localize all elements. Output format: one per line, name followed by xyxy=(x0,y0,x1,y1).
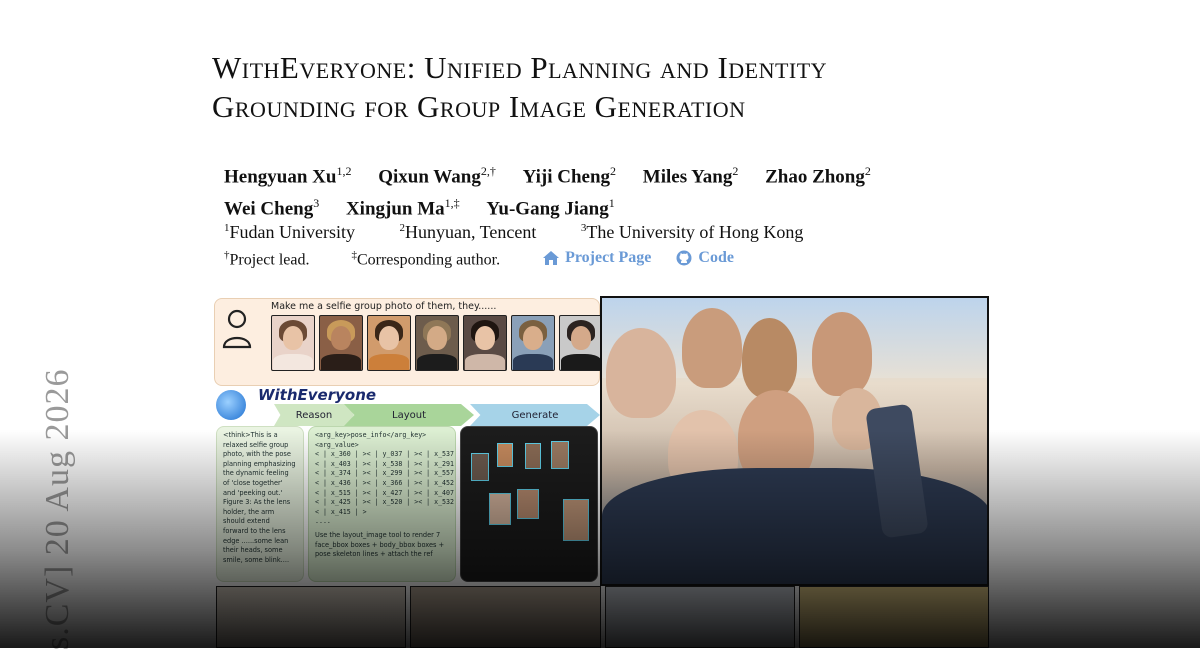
paper-page: s.CV] 20 Aug 2026 WithEveryone: Unified … xyxy=(0,0,1200,650)
reference-face xyxy=(559,315,603,371)
affiliation: 2Hunyuan, Tencent xyxy=(399,222,537,242)
layout-face-box xyxy=(517,489,539,519)
layout-face-box xyxy=(489,493,511,525)
affiliations: 1Fudan University 2Hunyuan, Tencent 3The… xyxy=(224,216,984,244)
github-icon xyxy=(676,250,692,266)
layout-face-box xyxy=(525,443,541,469)
example-thumbnail xyxy=(798,586,989,648)
reference-face xyxy=(511,315,555,371)
corresponding-author-note: ‡Corresponding author. xyxy=(351,249,501,269)
paper-title: WithEveryone: Unified Planning and Ident… xyxy=(212,48,1012,126)
teaser-figure: Make me a selfie group photo of them, th… xyxy=(212,296,989,648)
reference-face xyxy=(367,315,411,371)
person-figure xyxy=(606,328,676,418)
example-thumbnails xyxy=(216,586,989,648)
reference-face xyxy=(463,315,507,371)
author: Yiji Cheng2 xyxy=(522,164,617,188)
author: Hengyuan Xu1,2 xyxy=(224,164,352,188)
example-thumbnail xyxy=(410,586,601,648)
example-thumbnail xyxy=(216,586,407,648)
author: Zhao Zhong2 xyxy=(765,164,871,188)
prompt-text: Make me a selfie group photo of them, th… xyxy=(271,301,497,312)
affiliation: 3The University of Hong Kong xyxy=(580,222,804,242)
person-figure xyxy=(812,312,872,396)
pipeline-panel: Make me a selfie group photo of them, th… xyxy=(212,296,603,586)
home-icon xyxy=(543,250,560,265)
user-icon xyxy=(222,309,252,349)
person-figure xyxy=(602,468,987,584)
author: Qixun Wang2,† xyxy=(378,164,496,188)
layout-face-box xyxy=(551,441,569,469)
code-link[interactable]: Code xyxy=(675,247,734,269)
brand-name: WithEveryone xyxy=(258,386,377,404)
reference-face xyxy=(319,315,363,371)
reference-face xyxy=(271,315,315,371)
witheveryone-logo-icon xyxy=(216,390,246,420)
stage-reason: Reason xyxy=(274,404,354,426)
stage-layout: Layout xyxy=(344,404,474,426)
layout-face-box xyxy=(563,499,589,541)
person-figure xyxy=(682,308,742,388)
pipeline-stages: WithEveryone Reason Layout Generate xyxy=(214,386,600,426)
generated-layout-preview xyxy=(460,426,598,582)
title-line-2: Grounding for Group Image Generation xyxy=(212,89,746,124)
generated-group-photo xyxy=(600,296,989,586)
title-line-1: WithEveryone: Unified Planning and Ident… xyxy=(212,50,828,85)
layout-column: <arg_key>pose_info</arg_key> <arg_value>… xyxy=(308,426,456,582)
reason-column: <think>This is a relaxed selfie group ph… xyxy=(216,426,304,582)
reference-face xyxy=(415,315,459,371)
affiliation: 1Fudan University xyxy=(224,222,355,242)
example-thumbnail xyxy=(604,586,795,648)
arxiv-side-stamp: s.CV] 20 Aug 2026 xyxy=(39,368,76,650)
person-figure xyxy=(742,318,797,398)
author: Miles Yang2 xyxy=(642,164,739,188)
reference-faces xyxy=(271,315,603,371)
footnotes-and-links: †Project lead. ‡Corresponding author. Pr… xyxy=(224,244,984,271)
project-page-link[interactable]: Project Page xyxy=(542,247,651,269)
stage-generate: Generate xyxy=(470,404,600,426)
layout-face-box xyxy=(497,443,513,467)
prompt-box: Make me a selfie group photo of them, th… xyxy=(214,298,603,386)
layout-face-box xyxy=(471,453,489,481)
author-list: Hengyuan Xu1,2 Qixun Wang2,† Yiji Cheng2… xyxy=(224,158,984,223)
project-lead-note: †Project lead. xyxy=(224,249,310,269)
